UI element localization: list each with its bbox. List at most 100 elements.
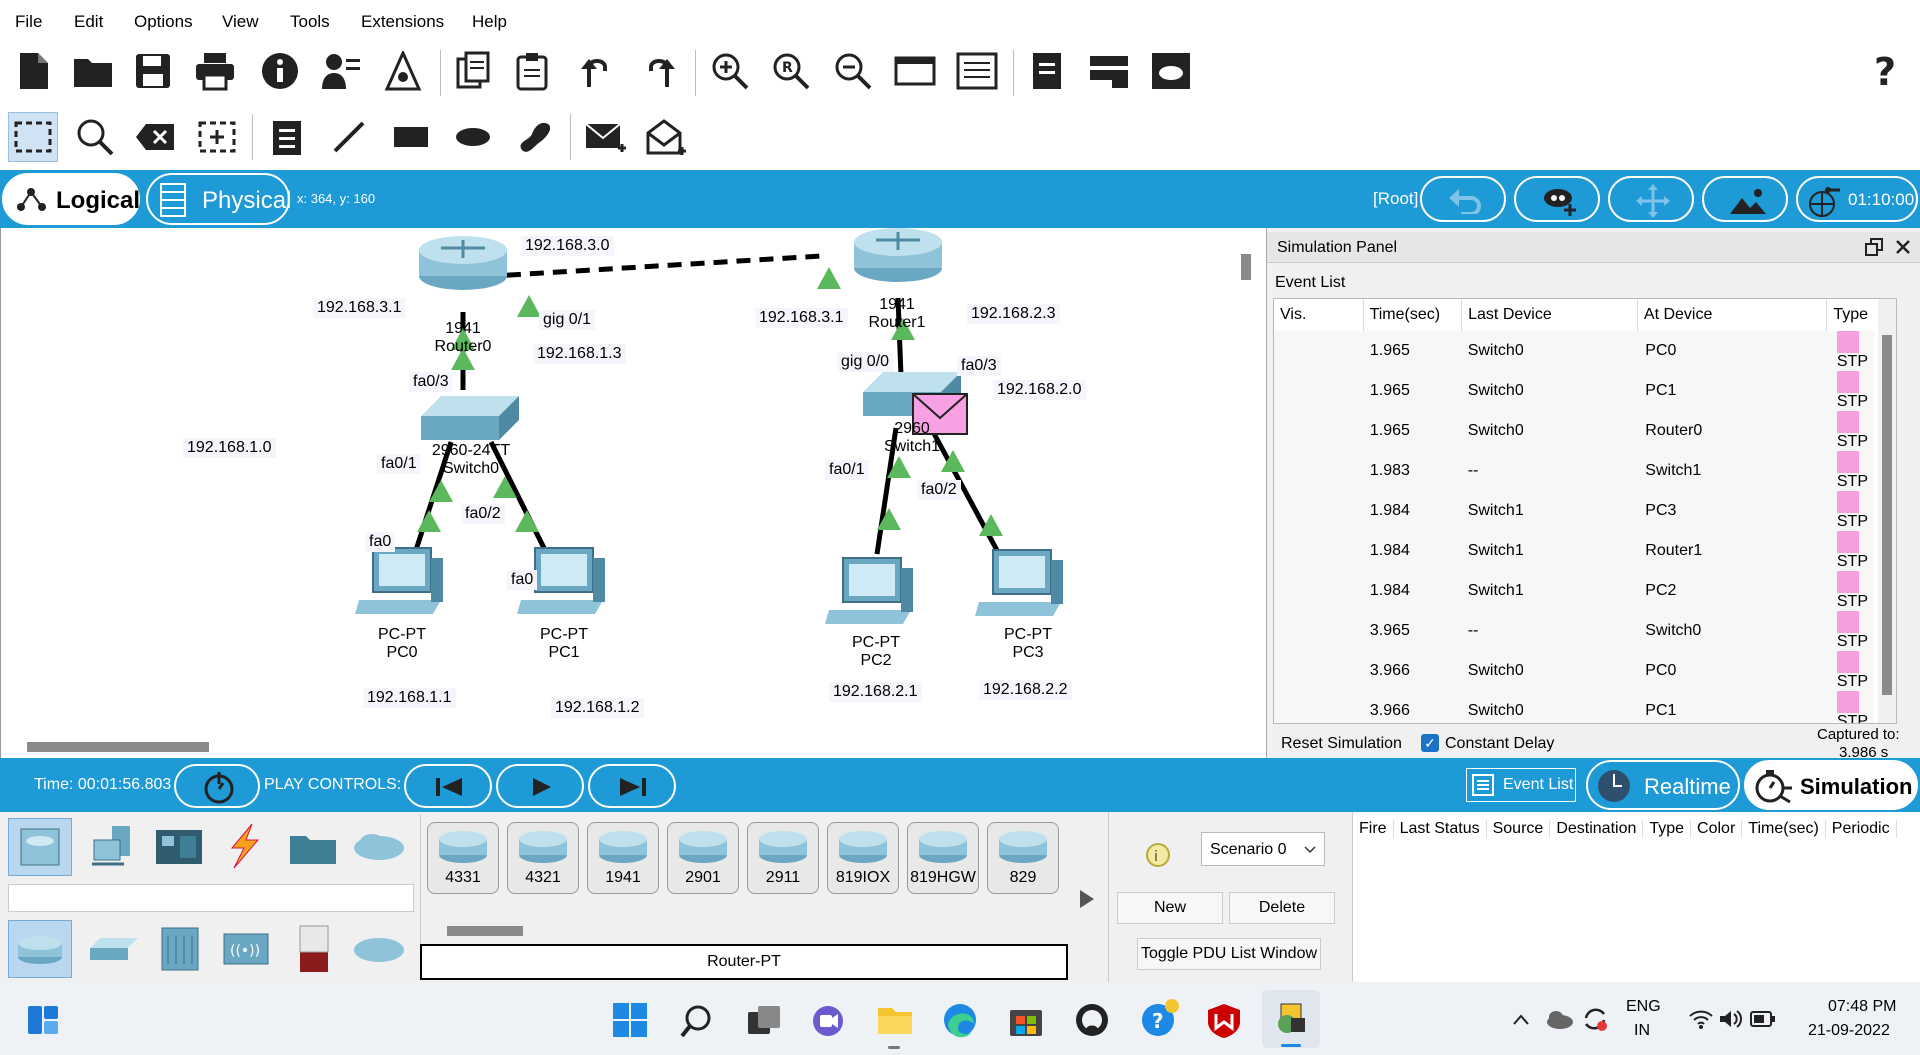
event-row[interactable]: 1.984 Switch1 Router1 STP — [1274, 531, 1874, 571]
step-forward-button[interactable] — [588, 764, 676, 808]
complex-pdu-icon[interactable] — [642, 112, 692, 162]
net-label[interactable]: 192.168.1.3 — [533, 344, 626, 364]
logical-workspace[interactable]: 192.168.3.0 192.168.3.1 gig 0/1 192.168.… — [0, 228, 1267, 758]
event-row[interactable]: 3.966 Switch0 PC1 STP — [1274, 691, 1874, 723]
realtime-mode-tab[interactable]: Realtime — [1586, 760, 1740, 810]
event-row[interactable]: 1.983 -- Switch1 STP — [1274, 451, 1874, 491]
line-icon[interactable] — [324, 112, 374, 162]
paste-icon[interactable] — [508, 46, 558, 96]
file-explorer-icon[interactable] — [876, 1002, 914, 1036]
routers-subcategory-icon[interactable] — [8, 920, 72, 978]
pdu-col-header[interactable]: Time(sec) — [1742, 820, 1826, 838]
scenario-select[interactable]: Scenario 0 — [1201, 832, 1325, 866]
new-scenario-button[interactable]: New — [1117, 892, 1223, 924]
save-icon[interactable] — [128, 46, 178, 96]
pc0-icon[interactable] — [355, 547, 443, 614]
task-view-icon[interactable] — [746, 1004, 782, 1038]
simple-pdu-icon[interactable] — [580, 112, 630, 162]
event-row[interactable]: 1.984 Switch1 PC2 STP — [1274, 571, 1874, 611]
menu-help[interactable]: Help — [472, 12, 507, 32]
notes-icon[interactable] — [1022, 46, 1072, 96]
reset-simulation-button[interactable]: Reset Simulation — [1281, 735, 1402, 753]
tray-date[interactable]: 21-09-2022 — [1808, 1022, 1890, 1040]
freeform-icon[interactable] — [510, 112, 560, 162]
link-router0-router1[interactable] — [460, 253, 822, 281]
hubs-subcategory-icon[interactable] — [148, 920, 210, 976]
event-row[interactable]: 1.984 Switch1 PC3 STP — [1274, 491, 1874, 531]
logical-tab[interactable]: Logical — [2, 173, 140, 225]
vertical-scroll-track[interactable] — [1233, 228, 1267, 738]
pdu-col-header[interactable]: Destination — [1550, 820, 1644, 838]
windows-start-icon[interactable] — [612, 1002, 648, 1038]
multiuser-category-icon[interactable] — [348, 818, 410, 874]
router-model-1941[interactable]: 1941 — [587, 822, 659, 894]
components-category-icon[interactable] — [148, 818, 210, 874]
port-label[interactable]: fa0/3 — [957, 356, 1001, 376]
menu-options[interactable]: Options — [134, 12, 193, 32]
delete-scenario-button[interactable]: Delete — [1229, 892, 1335, 924]
rectangle-icon[interactable] — [386, 112, 436, 162]
battery-icon[interactable] — [1750, 1010, 1776, 1028]
router0-icon[interactable] — [419, 236, 507, 290]
redo-icon[interactable] — [634, 46, 684, 96]
root-breadcrumb[interactable]: [Root] — [1373, 189, 1418, 209]
security-subcategory-icon[interactable] — [282, 920, 344, 976]
wan-emulation-subcategory-icon[interactable] — [348, 920, 410, 976]
col-at-device[interactable]: At Device — [1636, 299, 1827, 331]
menu-tools[interactable]: Tools — [290, 12, 330, 32]
port-label[interactable]: fa0/1 — [377, 454, 421, 474]
info-icon[interactable] — [255, 46, 305, 96]
router-model-819iox[interactable]: 819IOX — [827, 822, 899, 894]
search-icon[interactable] — [680, 1004, 714, 1038]
scenario-info-icon[interactable]: i — [1145, 842, 1171, 868]
router-model-2911[interactable]: 2911 — [747, 822, 819, 894]
onedrive-icon[interactable] — [1544, 1006, 1574, 1032]
menu-file[interactable]: File — [15, 12, 42, 32]
net-label[interactable]: 192.168.2.0 — [993, 380, 1086, 400]
col-time[interactable]: Time(sec) — [1362, 299, 1462, 331]
port-label[interactable]: gig 0/0 — [837, 352, 894, 372]
select-icon[interactable] — [8, 112, 58, 162]
port-label[interactable]: fa0/2 — [917, 480, 961, 500]
event-row[interactable]: 1.965 Switch0 PC0 STP — [1274, 331, 1874, 371]
router-model-4321[interactable]: 4321 — [507, 822, 579, 894]
network-devices-category-icon[interactable] — [8, 818, 72, 876]
viewport-clock-button[interactable]: 01:10:00 — [1796, 176, 1918, 222]
set-background-button[interactable] — [1702, 176, 1788, 222]
open-folder-icon[interactable] — [68, 46, 118, 96]
delete-icon[interactable] — [130, 112, 180, 162]
event-row[interactable]: 1.965 Switch0 PC1 STP — [1274, 371, 1874, 411]
switches-subcategory-icon[interactable] — [82, 920, 144, 976]
pdu-col-header[interactable]: Fire — [1353, 820, 1394, 838]
pdu-col-header[interactable]: Last Status — [1394, 820, 1487, 838]
vertical-scroll-thumb[interactable] — [1241, 254, 1251, 280]
event-list-scroll-thumb[interactable] — [1882, 335, 1892, 695]
event-row[interactable]: 1.965 Switch0 Router0 STP — [1274, 411, 1874, 451]
net-label[interactable]: 192.168.1.2 — [551, 698, 644, 718]
physical-tab[interactable]: Physical — [146, 173, 291, 225]
wifi-icon[interactable] — [1688, 1008, 1714, 1030]
close-icon[interactable] — [1895, 239, 1911, 255]
teams-chat-icon[interactable] — [810, 1004, 846, 1038]
pdu-col-header[interactable]: Periodic — [1826, 820, 1897, 838]
help-icon[interactable]: ? — [1860, 46, 1910, 96]
github-desktop-icon[interactable] — [1074, 1002, 1110, 1038]
back-button[interactable] — [1420, 176, 1506, 222]
ellipse-icon[interactable] — [448, 112, 498, 162]
pc3-icon[interactable] — [975, 549, 1063, 616]
router-model-4331[interactable]: 4331 — [427, 822, 499, 894]
port-label[interactable]: fa0/3 — [409, 372, 453, 392]
expand-panel-arrow-icon[interactable] — [1078, 888, 1096, 910]
port-label[interactable]: fa0/1 — [825, 460, 869, 480]
zoom-in-icon[interactable] — [705, 46, 755, 96]
widgets-icon[interactable] — [26, 1004, 60, 1036]
pc2-icon[interactable] — [825, 557, 913, 624]
menu-edit[interactable]: Edit — [74, 12, 103, 32]
connections-category-icon[interactable] — [214, 818, 276, 874]
play-button[interactable] — [496, 764, 584, 808]
chevron-up-icon[interactable] — [1512, 1012, 1530, 1026]
zoom-out-icon[interactable] — [828, 46, 878, 96]
tray-time[interactable]: 07:48 PM — [1828, 998, 1896, 1016]
pdu-col-header[interactable]: Source — [1487, 820, 1551, 838]
place-note-icon[interactable] — [262, 112, 312, 162]
